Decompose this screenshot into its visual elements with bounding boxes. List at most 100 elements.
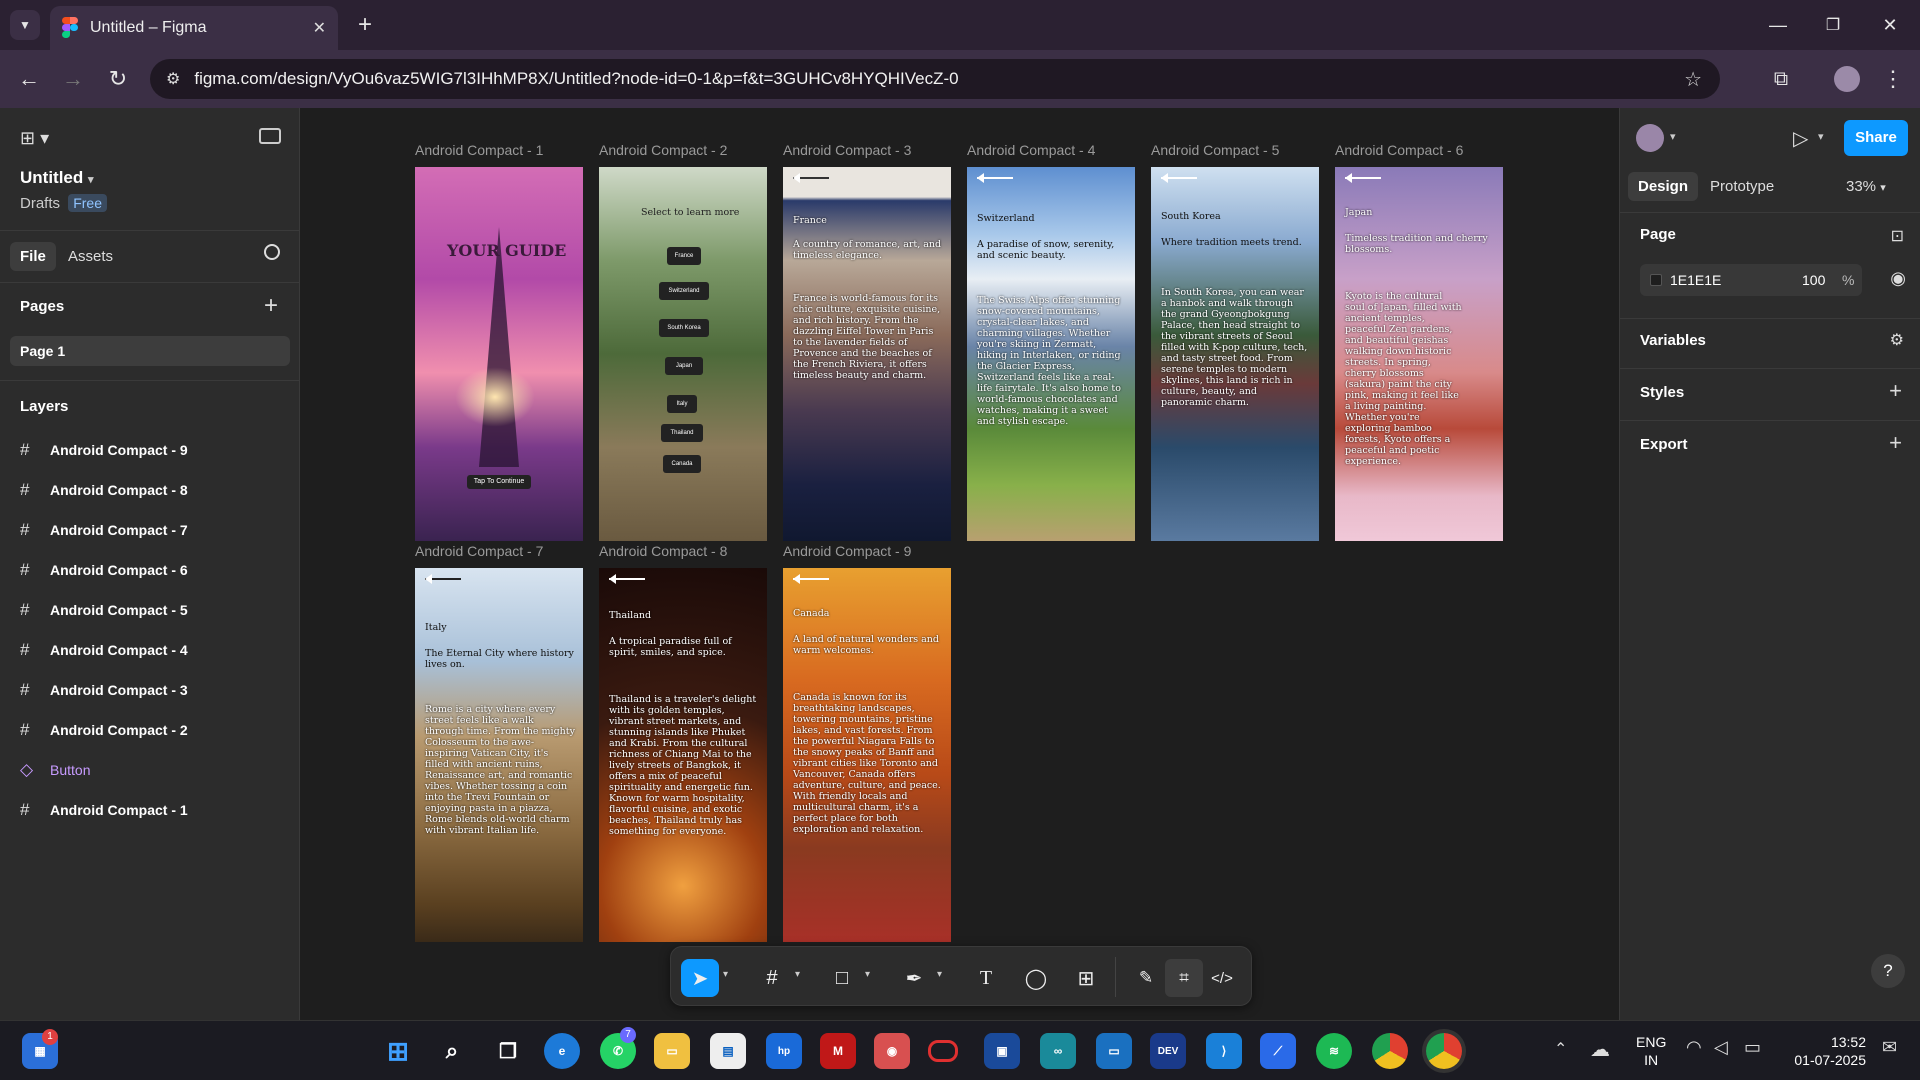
variables-heading[interactable]: Variables bbox=[1640, 332, 1706, 349]
add-style-icon[interactable]: + bbox=[1889, 378, 1902, 404]
rectangle-tool-icon[interactable]: □ bbox=[823, 959, 861, 997]
country-button-italy[interactable]: Italy bbox=[667, 395, 697, 413]
forward-icon[interactable]: → bbox=[58, 64, 88, 94]
edge-icon[interactable]: e bbox=[544, 1033, 580, 1069]
file-explorer-icon[interactable]: ▭ bbox=[654, 1033, 690, 1069]
tab-close-icon[interactable]: ✕ bbox=[313, 18, 326, 38]
frame-label[interactable]: Android Compact - 2 bbox=[599, 142, 727, 158]
layer-android-compact-6[interactable]: # Android Compact - 6 bbox=[20, 554, 188, 586]
design-canvas[interactable]: Android Compact - 1 Android Compact - 2 … bbox=[301, 108, 1619, 1020]
layer-android-compact-2[interactable]: # Android Compact - 2 bbox=[20, 714, 188, 746]
hp-icon[interactable]: hp bbox=[766, 1033, 802, 1069]
app-icon[interactable]: ▣ bbox=[984, 1033, 1020, 1069]
chevron-down-icon[interactable]: ▾ bbox=[1818, 130, 1824, 143]
frame-label[interactable]: Android Compact - 1 bbox=[415, 142, 543, 158]
site-info-icon[interactable]: ⚙ bbox=[166, 69, 180, 89]
layer-android-compact-8[interactable]: # Android Compact - 8 bbox=[20, 474, 188, 506]
app-icon[interactable]: ◉ bbox=[874, 1033, 910, 1069]
draw-mode-icon[interactable]: ✎ bbox=[1127, 959, 1165, 997]
visibility-eye-icon[interactable]: ◉ bbox=[1890, 268, 1906, 289]
page-background-field[interactable]: 1E1E1E 100 % bbox=[1640, 264, 1862, 296]
help-button[interactable]: ? bbox=[1871, 954, 1905, 988]
search-icon[interactable] bbox=[264, 244, 280, 260]
toggle-ui-icon[interactable] bbox=[259, 128, 281, 144]
present-icon[interactable]: ▷ bbox=[1793, 126, 1808, 151]
frame-android-compact-7[interactable]: Italy The Eternal City where history liv… bbox=[415, 568, 583, 942]
start-icon[interactable]: ⊞ bbox=[380, 1033, 416, 1069]
frame-android-compact-1[interactable]: YOUR GUIDE Tap To Continue bbox=[415, 167, 583, 541]
background-opacity[interactable]: 100 bbox=[1802, 272, 1825, 288]
layer-android-compact-5[interactable]: # Android Compact - 5 bbox=[20, 594, 188, 626]
chevron-down-icon[interactable]: ▾ bbox=[795, 969, 800, 980]
frame-android-compact-3[interactable]: France A country of romance, art, and ti… bbox=[783, 167, 951, 541]
spotify-icon[interactable]: ≋ bbox=[1316, 1033, 1352, 1069]
text-tool-icon[interactable]: T bbox=[967, 959, 1005, 997]
address-bar[interactable]: ⚙ figma.com/design/VyOu6vaz5WIG7l3IHhMP8… bbox=[150, 59, 1720, 99]
frame-label[interactable]: Android Compact - 9 bbox=[783, 543, 911, 559]
dev-app-icon[interactable]: DEV bbox=[1150, 1033, 1186, 1069]
back-arrow-icon[interactable] bbox=[1161, 173, 1197, 183]
chevron-down-icon[interactable]: ▾ bbox=[937, 969, 942, 980]
volume-icon[interactable]: ◁ bbox=[1714, 1037, 1728, 1058]
figma-main-menu-icon[interactable]: ⊞ ▾ bbox=[20, 128, 49, 149]
background-hex[interactable]: 1E1E1E bbox=[1670, 272, 1721, 288]
frame-label[interactable]: Android Compact - 3 bbox=[783, 142, 911, 158]
profile-avatar[interactable] bbox=[1834, 66, 1860, 92]
frame-label[interactable]: Android Compact - 6 bbox=[1335, 142, 1463, 158]
tap-to-continue-button[interactable]: Tap To Continue bbox=[467, 475, 531, 489]
battery-icon[interactable]: ▭ bbox=[1744, 1037, 1761, 1058]
user-avatar[interactable] bbox=[1636, 124, 1664, 152]
frame-android-compact-2[interactable]: Select to learn more France Switzerland … bbox=[599, 167, 767, 541]
country-button-south-korea[interactable]: South Korea bbox=[659, 319, 709, 337]
country-button-france[interactable]: France bbox=[667, 247, 701, 265]
minimize-icon[interactable]: — bbox=[1760, 10, 1796, 40]
clock[interactable]: 13:52 01-07-2025 bbox=[1786, 1033, 1866, 1069]
app-icon[interactable]: ▭ bbox=[1096, 1033, 1132, 1069]
frame-android-compact-6[interactable]: Japan Timeless tradition and cherry blos… bbox=[1335, 167, 1503, 541]
export-heading[interactable]: Export bbox=[1640, 436, 1688, 453]
back-icon[interactable]: ← bbox=[14, 64, 44, 94]
chevron-down-icon[interactable]: ▾ bbox=[723, 969, 728, 980]
actions-tool-icon[interactable]: ⊞ bbox=[1067, 959, 1105, 997]
country-button-switzerland[interactable]: Switzerland bbox=[659, 282, 709, 300]
extensions-icon[interactable]: ⧉ bbox=[1766, 64, 1796, 94]
back-arrow-icon[interactable] bbox=[793, 574, 829, 584]
add-export-icon[interactable]: + bbox=[1889, 430, 1902, 456]
frame-android-compact-4[interactable]: Switzerland A paradise of snow, serenity… bbox=[967, 167, 1135, 541]
back-arrow-icon[interactable] bbox=[425, 574, 461, 584]
frame-label[interactable]: Android Compact - 4 bbox=[967, 142, 1095, 158]
tab-file[interactable]: File bbox=[10, 242, 56, 271]
vscode-icon[interactable]: ⟩ bbox=[1206, 1033, 1242, 1069]
color-swatch[interactable] bbox=[1650, 274, 1662, 286]
tab-prototype[interactable]: Prototype bbox=[1710, 178, 1774, 195]
country-button-thailand[interactable]: Thailand bbox=[661, 424, 703, 442]
country-button-canada[interactable]: Canada bbox=[663, 455, 701, 473]
page-settings-icon[interactable]: ⊡ bbox=[1891, 226, 1904, 246]
tab-assets[interactable]: Assets bbox=[68, 248, 113, 265]
pen-tool-icon[interactable]: ✒ bbox=[895, 959, 933, 997]
reload-icon[interactable]: ↻ bbox=[103, 64, 133, 94]
layer-android-compact-7[interactable]: # Android Compact - 7 bbox=[20, 514, 188, 546]
comment-tool-icon[interactable]: ◯ bbox=[1017, 959, 1055, 997]
frame-tool-icon[interactable]: # bbox=[753, 959, 791, 997]
onedrive-icon[interactable]: ☁ bbox=[1590, 1037, 1610, 1062]
back-arrow-icon[interactable] bbox=[793, 173, 829, 183]
back-arrow-icon[interactable] bbox=[1345, 173, 1381, 183]
store-icon[interactable]: ▤ bbox=[710, 1033, 746, 1069]
tab-search-button[interactable]: ▼ bbox=[10, 10, 40, 40]
plan-badge[interactable]: Free bbox=[68, 194, 107, 212]
chrome-profile-icon[interactable] bbox=[1426, 1033, 1462, 1069]
share-button[interactable]: Share bbox=[1844, 120, 1908, 156]
new-tab-icon[interactable]: + bbox=[352, 11, 378, 38]
browser-tab[interactable]: Untitled – Figma ✕ bbox=[50, 6, 338, 50]
chevron-down-icon[interactable]: ▾ bbox=[1670, 130, 1676, 143]
layer-android-compact-4[interactable]: # Android Compact - 4 bbox=[20, 634, 188, 666]
variables-settings-icon[interactable]: ⚙ bbox=[1890, 330, 1904, 350]
add-page-icon[interactable]: + bbox=[264, 292, 278, 320]
mcafee-icon[interactable]: M bbox=[820, 1033, 856, 1069]
chrome-icon[interactable] bbox=[1372, 1033, 1408, 1069]
styles-heading[interactable]: Styles bbox=[1640, 384, 1684, 401]
layer-android-compact-9[interactable]: # Android Compact - 9 bbox=[20, 434, 188, 466]
tab-design[interactable]: Design bbox=[1628, 172, 1699, 201]
task-view-icon[interactable]: ❐ bbox=[490, 1033, 526, 1069]
